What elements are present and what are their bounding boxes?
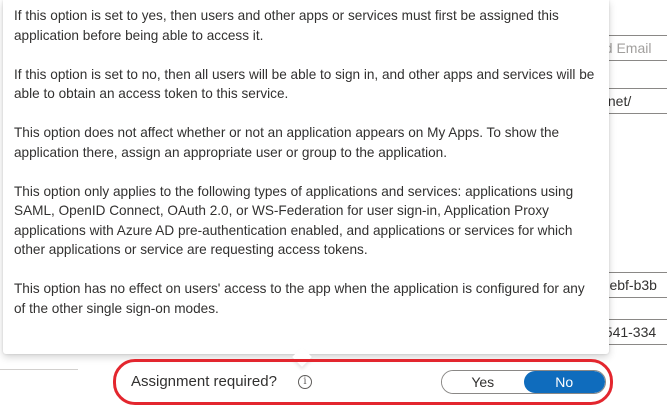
tooltip-paragraph-my-apps: This option does not affect whether or n… (14, 125, 560, 160)
assignment-required-row: Assignment required? i Yes No (113, 359, 613, 405)
toggle-yes-option[interactable]: Yes (442, 371, 524, 393)
toggle-no-option[interactable]: No (523, 371, 605, 393)
assignment-required-label: Assignment required? (131, 373, 277, 390)
background-divider (0, 369, 78, 370)
tooltip-paragraph-no: If this option is set to no, then all us… (14, 66, 595, 102)
assignment-required-toggle[interactable]: Yes No (441, 370, 606, 394)
info-icon[interactable]: i (298, 375, 312, 389)
tooltip-paragraph-sso-modes: This option has no effect on users' acce… (14, 281, 585, 316)
tooltip-paragraph-yes: If this option is set to yes, then users… (14, 8, 559, 43)
tooltip-paragraph-app-types: This option only applies to the followin… (14, 183, 574, 258)
assignment-required-tooltip: If this option is set to yes, then users… (3, 0, 609, 354)
